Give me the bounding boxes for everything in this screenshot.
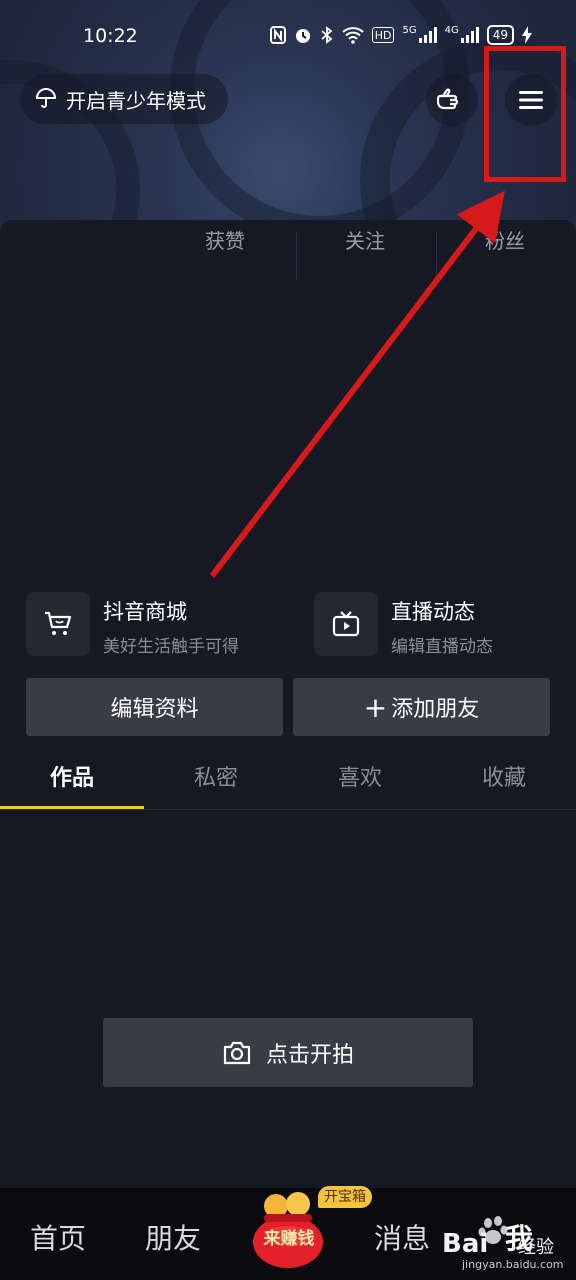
live-dynamics-entry[interactable]: 直播动态 编辑直播动态 xyxy=(314,590,550,660)
cart-icon xyxy=(26,592,90,656)
alarm-icon xyxy=(294,25,312,45)
status-icons: HD 5G 4G 49 xyxy=(269,25,532,45)
bluetooth-icon xyxy=(320,25,334,45)
live-title: 直播动态 xyxy=(391,600,475,624)
edit-profile-label: 编辑资料 xyxy=(110,697,199,722)
plus-icon: + xyxy=(363,690,388,724)
watermark-brand: Bai xyxy=(442,1229,489,1259)
treasure-box-badge[interactable]: 开宝箱 xyxy=(318,1186,372,1208)
youth-mode-button[interactable]: 开启青少年模式 xyxy=(20,74,228,124)
battery-level: 49 xyxy=(492,28,508,42)
hd-icon: HD xyxy=(371,27,395,43)
profile-screen: 10:22 HD 5G 4G 49 开启青少年模式 获赞 关注 粉丝 抖音商城 … xyxy=(0,0,576,1280)
battery-icon: 49 xyxy=(486,25,514,45)
earn-money-label: 来赚钱 xyxy=(263,1229,315,1249)
watermark-brand-suffix: 经验 xyxy=(518,1237,554,1258)
tab-divider xyxy=(0,809,576,810)
gesture-hand-button[interactable] xyxy=(426,74,478,126)
mall-subtitle: 美好生活触手可得 xyxy=(103,637,239,657)
live-subtitle: 编辑直播动态 xyxy=(391,637,493,657)
tv-icon xyxy=(314,592,378,656)
pointing-hand-icon xyxy=(437,87,467,113)
5g-label: 5G xyxy=(402,25,417,36)
umbrella-icon xyxy=(34,87,58,111)
add-friend-label: 添加朋友 xyxy=(391,697,480,722)
4g-signal-icon: 4G xyxy=(445,25,479,45)
nav-messages[interactable]: 消息 xyxy=(374,1217,430,1257)
tab-favorites[interactable]: 收藏 xyxy=(432,760,576,792)
start-shooting-label: 点击开拍 xyxy=(265,1042,354,1068)
4g-label: 4G xyxy=(444,25,459,36)
stat-divider xyxy=(296,232,297,280)
hd-label: HD xyxy=(374,28,392,42)
edit-profile-button[interactable]: 编辑资料 xyxy=(26,678,283,736)
likes-stat-label[interactable]: 获赞 xyxy=(205,225,245,254)
stat-divider xyxy=(436,232,437,280)
add-friend-button[interactable]: + 添加朋友 xyxy=(293,678,550,736)
mall-title: 抖音商城 xyxy=(103,600,187,624)
following-stat-label[interactable]: 关注 xyxy=(345,225,385,254)
tab-private[interactable]: 私密 xyxy=(144,760,288,792)
tab-likes[interactable]: 喜欢 xyxy=(288,760,432,792)
5g-signal-icon: 5G xyxy=(402,25,437,45)
tab-works[interactable]: 作品 xyxy=(0,760,144,792)
wifi-icon xyxy=(342,25,364,45)
camera-icon xyxy=(222,1040,252,1066)
nav-friends[interactable]: 朋友 xyxy=(145,1217,201,1257)
youth-mode-label: 开启青少年模式 xyxy=(66,88,206,113)
charging-icon xyxy=(522,25,532,45)
watermark-url: jingyan.baidu.com xyxy=(462,1258,564,1271)
douyin-mall-entry[interactable]: 抖音商城 美好生活触手可得 xyxy=(26,590,286,660)
start-shooting-button[interactable]: 点击开拍 xyxy=(103,1018,473,1087)
nav-home[interactable]: 首页 xyxy=(30,1217,86,1257)
status-time: 10:22 xyxy=(83,25,138,47)
annotation-highlight-box xyxy=(484,46,566,182)
followers-stat-label[interactable]: 粉丝 xyxy=(485,225,525,254)
nfc-icon xyxy=(269,25,286,45)
